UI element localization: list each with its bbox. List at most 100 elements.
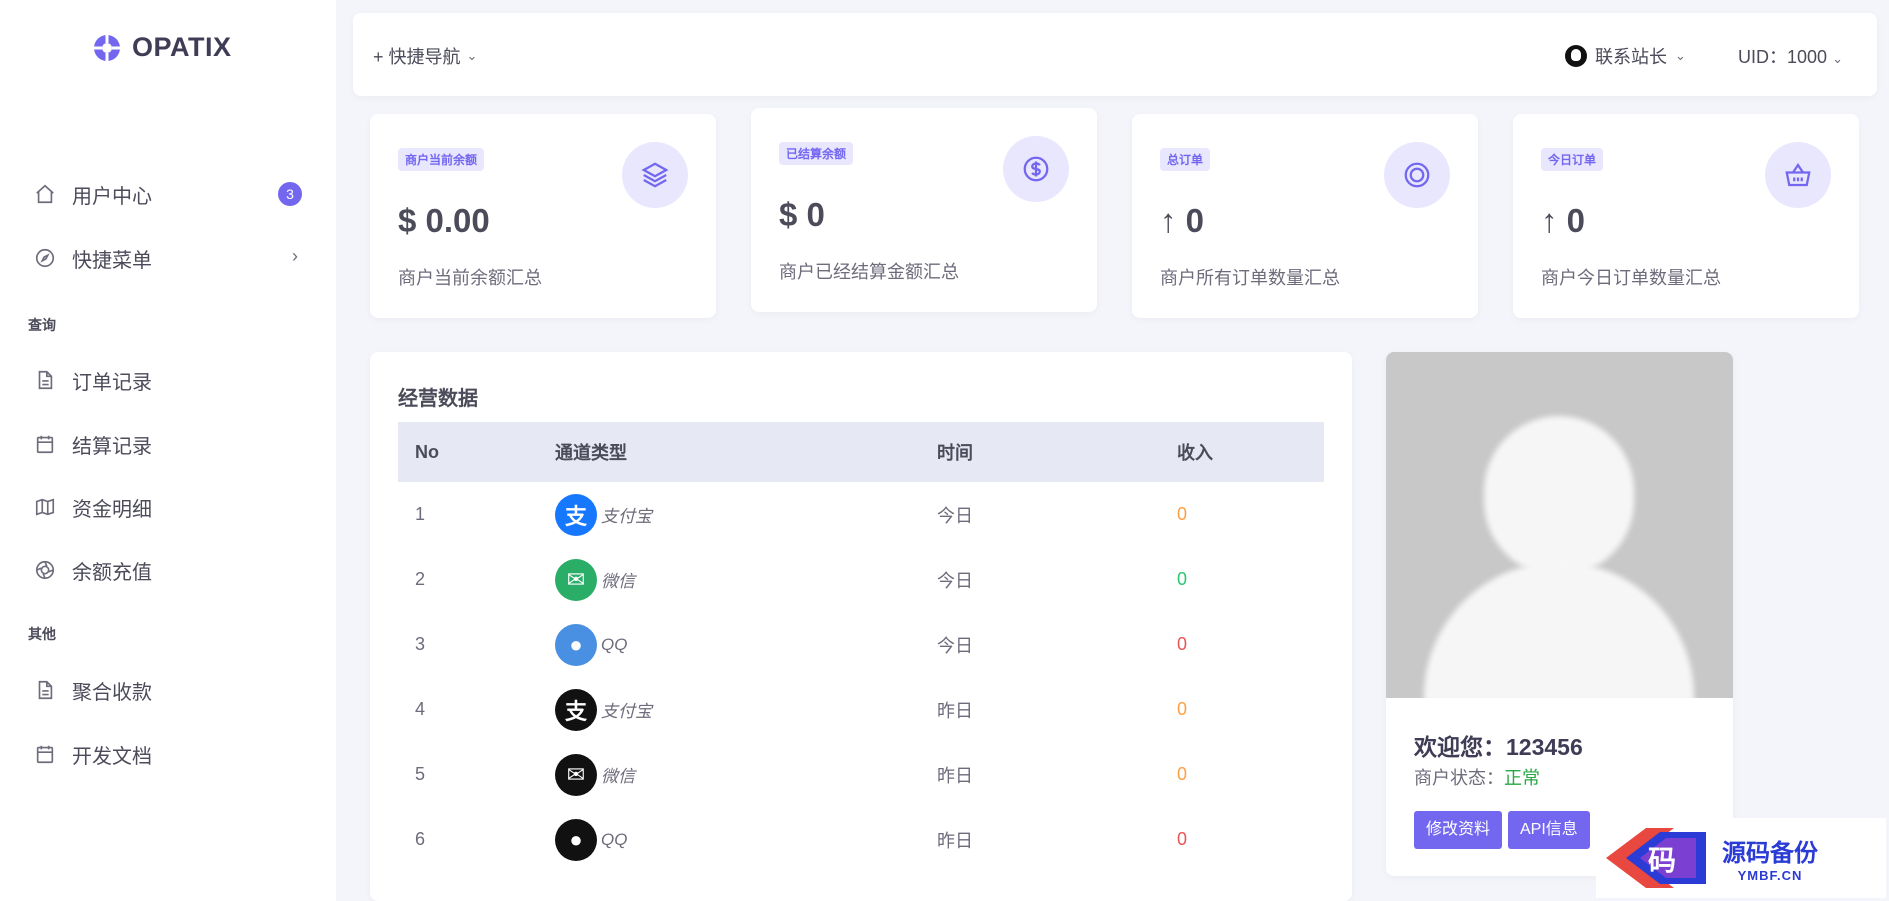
channel-name: 支付宝 (601, 702, 652, 721)
stat-value: ↑ 0 (1541, 202, 1585, 240)
table-title: 经营数据 (398, 388, 478, 410)
business-data-table: No 通道类型 时间 收入 1 支支付宝 今日 0 2 ✉ 微信 今日 0 3 ●… (398, 422, 1324, 872)
stat-desc: 商户当前余额汇总 (398, 268, 542, 288)
sidebar-item-fund-details[interactable]: 资金明细 (28, 483, 308, 531)
stat-desc: 商户已经结算金额汇总 (779, 262, 959, 282)
watermark: 码 源码备份 YMBF.CN (1596, 818, 1886, 898)
chevron-down-icon: ⌄ (1832, 51, 1843, 66)
quick-nav-dropdown[interactable]: + 快捷导航 ⌄ (373, 43, 477, 69)
stat-desc: 商户所有订单数量汇总 (1160, 268, 1340, 288)
sidebar-item-quick-menu[interactable]: 快捷菜单 › (28, 234, 308, 282)
coin-icon (1404, 162, 1430, 188)
username: 123456 (1506, 734, 1583, 760)
qq-icon: ● (555, 818, 597, 861)
contact-label: 联系站长 (1595, 47, 1667, 67)
table-row: 5 ✉ 微信 昨日 0 (398, 742, 1324, 807)
cell-time: 昨日 (937, 830, 973, 851)
stat-badge: 商户当前余额 (398, 148, 485, 171)
dollar-icon (1023, 156, 1049, 182)
cell-no: 6 (415, 829, 426, 849)
table-row: 6 ● QQ 昨日 0 (398, 807, 1324, 872)
sidebar-item-user-center[interactable]: 用户中心 3 (28, 170, 308, 218)
brand-logo[interactable]: OPATIX (92, 32, 232, 63)
cell-income: 0 (1177, 569, 1188, 589)
stat-number: 0 (1566, 202, 1586, 239)
channel-name: 支付宝 (601, 507, 652, 526)
cell-no: 3 (415, 634, 426, 654)
channel-name: QQ (601, 634, 628, 654)
sidebar-item-orders[interactable]: 订单记录 (28, 356, 308, 404)
cell-income: 0 (1177, 764, 1188, 784)
arrow-up-icon: ↑ (1541, 202, 1558, 239)
cell-income: 0 (1177, 699, 1188, 719)
avatar (1386, 352, 1733, 698)
watermark-logo: 码 (1596, 822, 1716, 894)
contact-admin-dropdown[interactable]: 联系站长 ⌄ (1565, 43, 1686, 69)
cell-no: 2 (415, 569, 426, 589)
cell-time: 昨日 (937, 700, 973, 721)
cell-time: 今日 (937, 570, 973, 591)
edit-profile-button[interactable]: 修改资料 (1414, 811, 1503, 849)
cell-no: 1 (415, 504, 426, 524)
table-row: 4 支支付宝 昨日 0 (398, 677, 1324, 742)
sidebar-item-label: 订单记录 (72, 371, 152, 394)
table-row: 3 ● QQ 今日 0 (398, 612, 1324, 677)
wechat-icon: ✉ (555, 753, 597, 796)
status-value: 正常 (1504, 768, 1540, 788)
section-title-query: 查询 (28, 317, 56, 333)
arrow-up-icon: ↑ (1160, 202, 1177, 239)
api-info-button[interactable]: API信息 (1508, 811, 1590, 849)
stat-number: 0 (1185, 202, 1205, 239)
sidebar-item-label: 用户中心 (72, 185, 152, 208)
alipay-icon: 支 (555, 493, 597, 536)
welcome-label: 欢迎您： (1414, 734, 1506, 760)
aperture-icon (35, 560, 55, 580)
brand-name: OPATIX (132, 32, 232, 62)
status-label: 商户状态： (1414, 768, 1504, 788)
business-data-card: 经营数据 No 通道类型 时间 收入 1 支支付宝 今日 0 2 ✉ 微信 今日 … (370, 352, 1352, 901)
stat-card-settled: 已结算余额 $ 0 商户已经结算金额汇总 (751, 108, 1097, 312)
watermark-en: YMBF.CN (1737, 868, 1803, 883)
cell-no: 4 (415, 699, 426, 719)
sidebar-item-label: 聚合收款 (72, 681, 152, 704)
stat-card-total-orders: 总订单 ↑ 0 商户所有订单数量汇总 (1132, 114, 1478, 318)
stat-value: $ 0.00 (398, 202, 490, 239)
sidebar-item-recharge[interactable]: 余额充值 (28, 546, 308, 594)
stat-badge: 今日订单 (1541, 148, 1604, 171)
sidebar-item-label: 快捷菜单 (72, 249, 152, 272)
sidebar-item-label: 资金明细 (72, 498, 152, 521)
section-title-other: 其他 (28, 626, 56, 642)
cell-income: 0 (1177, 504, 1188, 524)
basket-icon (1785, 162, 1811, 187)
chevron-right-icon: › (292, 246, 298, 266)
column-header: 收入 (1177, 443, 1213, 463)
table-row: 2 ✉ 微信 今日 0 (398, 547, 1324, 612)
table-header-row: No 通道类型 时间 收入 (398, 422, 1324, 482)
cell-income: 0 (1177, 829, 1188, 849)
column-header: 通道类型 (555, 443, 627, 463)
layers-icon (641, 162, 669, 188)
sidebar-item-dev-docs[interactable]: 开发文档 (28, 730, 308, 778)
alipay-icon: 支 (555, 688, 597, 731)
sidebar-item-settlements[interactable]: 结算记录 (28, 420, 308, 468)
qq-icon (1565, 45, 1587, 67)
logo-icon (94, 34, 120, 61)
top-navbar: + 快捷导航 ⌄ 联系站长 ⌄ UID：1000 ⌄ (353, 13, 1877, 96)
sidebar-item-aggregate-payment[interactable]: 聚合收款 (28, 666, 308, 714)
uid-dropdown[interactable]: UID：1000 ⌄ (1738, 43, 1843, 69)
file-icon (38, 680, 53, 700)
cell-income: 0 (1177, 634, 1188, 654)
notification-badge: 3 (278, 182, 302, 206)
chevron-down-icon: ⌄ (466, 48, 478, 63)
map-icon (35, 498, 55, 516)
stat-card-balance: 商户当前余额 $ 0.00 商户当前余额汇总 (370, 114, 716, 318)
sidebar-item-label: 余额充值 (72, 561, 152, 584)
column-header: 时间 (937, 443, 973, 463)
stat-value: ↑ 0 (1160, 202, 1204, 240)
file-icon (38, 370, 53, 390)
profile-card: 欢迎您：123456 商户状态：正常 修改资料 API信息 (1386, 352, 1733, 876)
quick-nav-label: + 快捷导航 (373, 47, 461, 67)
cell-time: 昨日 (937, 765, 973, 786)
stat-value: $ 0 (779, 196, 825, 233)
merchant-status: 商户状态：正常 (1414, 764, 1540, 790)
